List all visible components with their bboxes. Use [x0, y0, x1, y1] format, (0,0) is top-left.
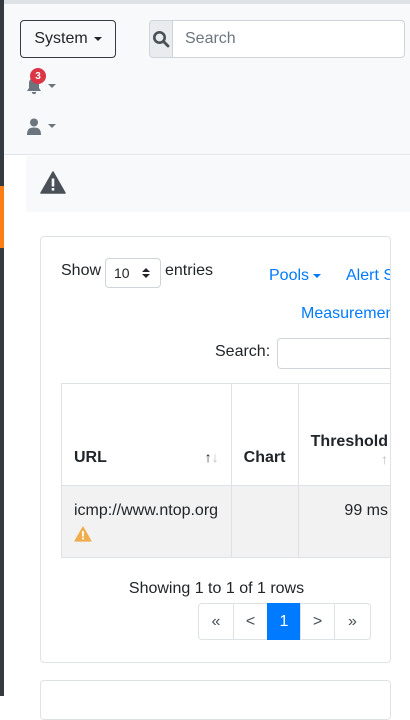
host-url[interactable]: icmp://www.ntop.org: [74, 502, 218, 519]
am-hosts-card: Show 10 entries Pools Alert Sta Measurem…: [40, 236, 391, 663]
column-threshold-label: Threshold: [310, 433, 388, 450]
table-search-input[interactable]: [277, 338, 390, 369]
alert-status-label: Alert Sta: [346, 267, 390, 284]
am-hosts-table: URL ↑↓ Chart Threshold ↑ icmp://www.ntop…: [61, 383, 390, 558]
warning-icon: [74, 526, 92, 542]
page-1-button[interactable]: 1: [267, 603, 301, 640]
next-card: [40, 680, 391, 720]
column-header-url[interactable]: URL ↑↓: [61, 383, 232, 486]
notifications-dropdown[interactable]: 3: [26, 68, 66, 100]
column-header-threshold[interactable]: Threshold ↑: [297, 383, 390, 486]
cell-chart: [230, 485, 299, 558]
table-search-label: Search:: [215, 343, 271, 360]
chevron-down-icon: [313, 274, 322, 278]
page-size-select[interactable]: 10: [105, 258, 161, 288]
last-page-button[interactable]: »: [334, 603, 371, 640]
cell-url: icmp://www.ntop.org: [61, 485, 232, 558]
search-icon: [153, 31, 170, 48]
search-button[interactable]: [149, 20, 173, 58]
column-chart-label: Chart: [243, 449, 286, 466]
alerts-header: [26, 156, 410, 212]
cell-threshold: 99 ms: [297, 485, 390, 558]
prev-page-button[interactable]: <: [233, 603, 268, 640]
measurement-filter-dropdown[interactable]: Measurement: [301, 305, 391, 323]
alert-status-filter-dropdown[interactable]: Alert Sta: [346, 267, 390, 285]
system-label: System: [34, 30, 88, 47]
chevron-down-icon: [93, 37, 102, 41]
system-dropdown-button[interactable]: System: [20, 20, 116, 58]
warning-icon: [40, 171, 66, 194]
measurement-label: Measurement: [301, 305, 391, 322]
table-header-row: URL ↑↓ Chart Threshold ↑: [61, 383, 390, 486]
entries-label: entries: [165, 262, 214, 279]
page-size-value: 10: [114, 265, 130, 281]
sort-icon: ↑↓: [204, 449, 219, 465]
column-url-label: URL: [74, 449, 107, 466]
column-header-chart: Chart: [230, 383, 299, 486]
table-row: icmp://www.ntop.org 99 ms: [61, 485, 390, 558]
search-input[interactable]: [173, 20, 405, 58]
sort-icon: ↑: [381, 451, 388, 467]
pagination-summary: Showing 1 to 1 of 1 rows: [128, 580, 305, 597]
notification-count-badge: 3: [30, 68, 46, 84]
sidebar-active-marker: [0, 186, 4, 248]
chevron-down-icon: [48, 84, 56, 88]
user-icon: [27, 118, 41, 135]
first-page-button[interactable]: «: [198, 603, 234, 640]
chevron-down-icon: [48, 124, 56, 128]
pools-filter-dropdown[interactable]: Pools: [269, 267, 322, 285]
select-arrows-icon: [141, 268, 150, 278]
pools-label: Pools: [269, 267, 310, 284]
navbar-search: [149, 20, 405, 58]
show-label: Show: [61, 262, 102, 279]
user-dropdown[interactable]: [26, 114, 66, 138]
next-page-button[interactable]: >: [300, 603, 335, 640]
browser-tab-strip: [4, 0, 410, 4]
top-navbar: System 3: [4, 0, 410, 155]
pagination: « < 1 > »: [198, 603, 371, 640]
